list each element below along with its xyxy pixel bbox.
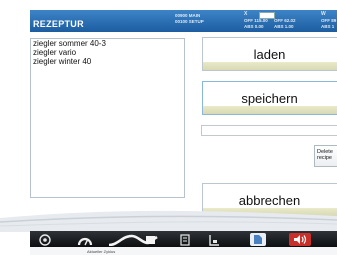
save-button[interactable]: speichern: [202, 81, 337, 115]
delete-recipe-label: Delete recipe: [317, 149, 333, 161]
tooltip-text: Aktueller Zyklus: [87, 249, 116, 254]
list-item[interactable]: ziegler vario: [31, 48, 184, 57]
page-title: REZEPTUR: [33, 19, 84, 29]
decorative-swoosh: [0, 210, 337, 232]
app-window: REZEPTUR 00900 MAIN 00100 SETUP X OFF 11…: [0, 0, 337, 255]
program-line-main: 00900 MAIN: [175, 13, 201, 18]
recipe-name-input[interactable]: [201, 125, 337, 136]
help-icon[interactable]: [36, 233, 54, 246]
list-item[interactable]: ziegler winter 40: [31, 57, 184, 66]
status-strip: [30, 247, 337, 255]
axis-w-absolute: ABS 1: [321, 24, 335, 29]
axis-x-offset-2: OFF 62.02: [274, 18, 296, 23]
axis-x-offset: OFF 115.00: [244, 18, 268, 23]
gauge-icon[interactable]: [76, 233, 94, 246]
header-bar: REZEPTUR 00900 MAIN 00100 SETUP X OFF 11…: [30, 10, 337, 32]
load-button[interactable]: laden: [202, 37, 337, 71]
graphic-icon[interactable]: [108, 233, 158, 246]
axis-w-label: W: [321, 11, 326, 17]
axis-w-offset: OFF 89: [321, 18, 337, 23]
program-line-setup: 00100 SETUP: [175, 19, 204, 24]
axis-x-label: X: [244, 11, 248, 17]
save-button-label: speichern: [241, 91, 298, 106]
axis-x-absolute-2: ABS 1.00: [274, 24, 294, 29]
load-button-label: laden: [253, 47, 286, 62]
file-icon[interactable]: [250, 233, 266, 246]
delete-recipe-button[interactable]: Delete recipe: [314, 145, 337, 167]
chart-icon[interactable]: [206, 233, 222, 246]
sound-icon[interactable]: [289, 233, 311, 246]
recipe-list[interactable]: ziegler sommer 40-3 ziegler vario ziegle…: [30, 38, 185, 198]
axis-x-absolute: ABS 0.00: [244, 24, 264, 29]
document-icon[interactable]: [178, 233, 192, 246]
taskbar: [30, 231, 337, 247]
list-item[interactable]: ziegler sommer 40-3: [31, 39, 184, 48]
